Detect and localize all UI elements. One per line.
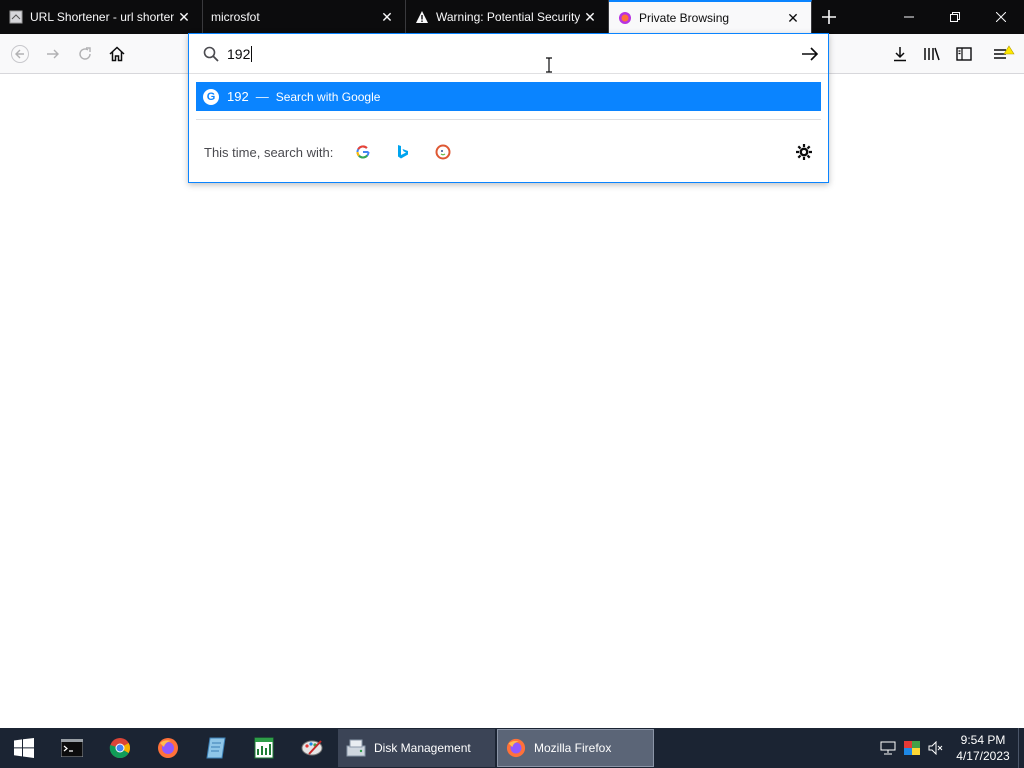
- paint-taskbar-icon[interactable]: [288, 728, 336, 768]
- tab-security-warning[interactable]: Warning: Potential Security ✕: [406, 0, 609, 34]
- close-icon: [996, 12, 1006, 22]
- windows-taskbar: Disk Management Mozilla Firefox 9:54 PM …: [0, 728, 1024, 768]
- restore-button[interactable]: [932, 0, 978, 34]
- tab-title: Warning: Potential Security: [436, 10, 580, 24]
- forward-arrow-icon: [47, 49, 59, 59]
- show-desktop-button[interactable]: [1018, 728, 1024, 768]
- back-arrow-icon: [11, 45, 29, 63]
- taskbar-app-label: Mozilla Firefox: [534, 741, 612, 755]
- chrome-icon: [109, 738, 131, 759]
- sidebar-icon: [956, 47, 972, 61]
- suggestion-query: 192: [227, 89, 249, 104]
- home-button[interactable]: [101, 38, 133, 70]
- reload-button[interactable]: [69, 38, 101, 70]
- library-icon: [924, 47, 940, 61]
- restore-icon: [950, 12, 960, 22]
- tab-title: Private Browsing: [639, 11, 730, 25]
- notepad-icon: [206, 737, 226, 759]
- close-tab-icon[interactable]: ✕: [783, 8, 803, 28]
- new-tab-button[interactable]: [812, 0, 846, 34]
- start-button[interactable]: [0, 728, 48, 768]
- notepad-taskbar-icon[interactable]: [192, 728, 240, 768]
- suggestion-action: Search with Google: [275, 89, 381, 104]
- plus-icon: [822, 10, 836, 24]
- network-icon[interactable]: [876, 728, 900, 768]
- urlbar-value[interactable]: 192: [227, 45, 253, 62]
- sidebar-button[interactable]: [948, 38, 980, 70]
- one-off-label: This time, search with:: [204, 144, 334, 160]
- app-menu-button[interactable]: [988, 38, 1020, 70]
- terminal-icon: [61, 739, 83, 757]
- close-tab-icon[interactable]: ✕: [377, 7, 397, 27]
- library-button[interactable]: [916, 38, 948, 70]
- close-tab-icon[interactable]: ✕: [580, 7, 600, 27]
- clock-date: 4/17/2023: [956, 749, 1010, 763]
- google-icon: [356, 145, 370, 159]
- minimize-button[interactable]: [886, 0, 932, 34]
- text-cursor-icon: [546, 57, 552, 73]
- search-suggestion-row[interactable]: G 192 — Search with Google: [196, 82, 821, 111]
- gear-icon: [796, 144, 812, 160]
- tab-url-shortener[interactable]: URL Shortener - url shorten ✕: [0, 0, 203, 34]
- taskbar-clock[interactable]: 9:54 PM 4/17/2023: [948, 732, 1018, 764]
- google-icon: G: [203, 88, 219, 105]
- one-off-search-bar: This time, search with:: [204, 142, 814, 162]
- paint-icon: [301, 740, 323, 756]
- duckduckgo-icon: [435, 144, 451, 160]
- chrome-taskbar-icon[interactable]: [96, 728, 144, 768]
- close-tab-icon[interactable]: ✕: [174, 7, 194, 27]
- firefox-icon: [158, 738, 178, 758]
- minimize-icon: [904, 16, 914, 18]
- google-engine-button[interactable]: [353, 142, 373, 162]
- divider: [196, 119, 821, 120]
- tab-strip: URL Shortener - url shorten ✕ microsfot …: [0, 0, 1024, 34]
- close-window-button[interactable]: [978, 0, 1024, 34]
- bing-engine-button[interactable]: [393, 142, 413, 162]
- tab-title: URL Shortener - url shorten: [30, 10, 174, 24]
- search-settings-button[interactable]: [794, 142, 814, 162]
- taskbar-app-firefox[interactable]: Mozilla Firefox: [497, 729, 654, 767]
- bing-icon: [398, 145, 409, 159]
- taskbar-app-label: Disk Management: [374, 741, 471, 755]
- hamburger-menu-icon: [994, 45, 1015, 59]
- system-tray: 9:54 PM 4/17/2023: [876, 728, 1024, 768]
- firefox-private-icon: [617, 10, 633, 26]
- tab-private-browsing[interactable]: Private Browsing ✕: [609, 0, 812, 34]
- disk-management-icon: [346, 738, 366, 758]
- go-arrow-icon: [802, 47, 819, 61]
- download-icon: [894, 47, 906, 62]
- suggestion-separator: —: [255, 89, 269, 104]
- windows-logo-icon: [14, 738, 34, 758]
- firefox-taskbar-icon[interactable]: [144, 728, 192, 768]
- spreadsheet-taskbar-icon[interactable]: [240, 728, 288, 768]
- cmd-taskbar-icon[interactable]: [48, 728, 96, 768]
- downloads-button[interactable]: [884, 38, 916, 70]
- clock-time: 9:54 PM: [960, 733, 1006, 747]
- color-display-icon[interactable]: [900, 728, 924, 768]
- page-icon: [8, 9, 24, 25]
- reload-icon: [79, 47, 91, 60]
- duckduckgo-engine-button[interactable]: [433, 142, 453, 162]
- home-icon: [109, 46, 125, 62]
- tab-title: microsfot: [211, 10, 260, 24]
- tab-microsfot[interactable]: microsfot ✕: [203, 0, 406, 34]
- speaker-muted-icon[interactable]: [924, 728, 948, 768]
- spreadsheet-icon: [254, 737, 274, 759]
- search-icon: [201, 44, 221, 64]
- urlbar-input[interactable]: 192: [189, 34, 828, 74]
- window-controls: [886, 0, 1024, 34]
- forward-button[interactable]: [37, 38, 69, 70]
- urlbar-popup: 192 G 192 — Search with Google This time…: [188, 33, 829, 183]
- back-button[interactable]: [4, 38, 36, 70]
- go-button[interactable]: [800, 44, 820, 64]
- firefox-icon: [506, 738, 526, 758]
- firefox-window: URL Shortener - url shorten ✕ microsfot …: [0, 0, 1024, 768]
- taskbar-app-disk-management[interactable]: Disk Management: [338, 729, 495, 767]
- warning-icon: [414, 9, 430, 25]
